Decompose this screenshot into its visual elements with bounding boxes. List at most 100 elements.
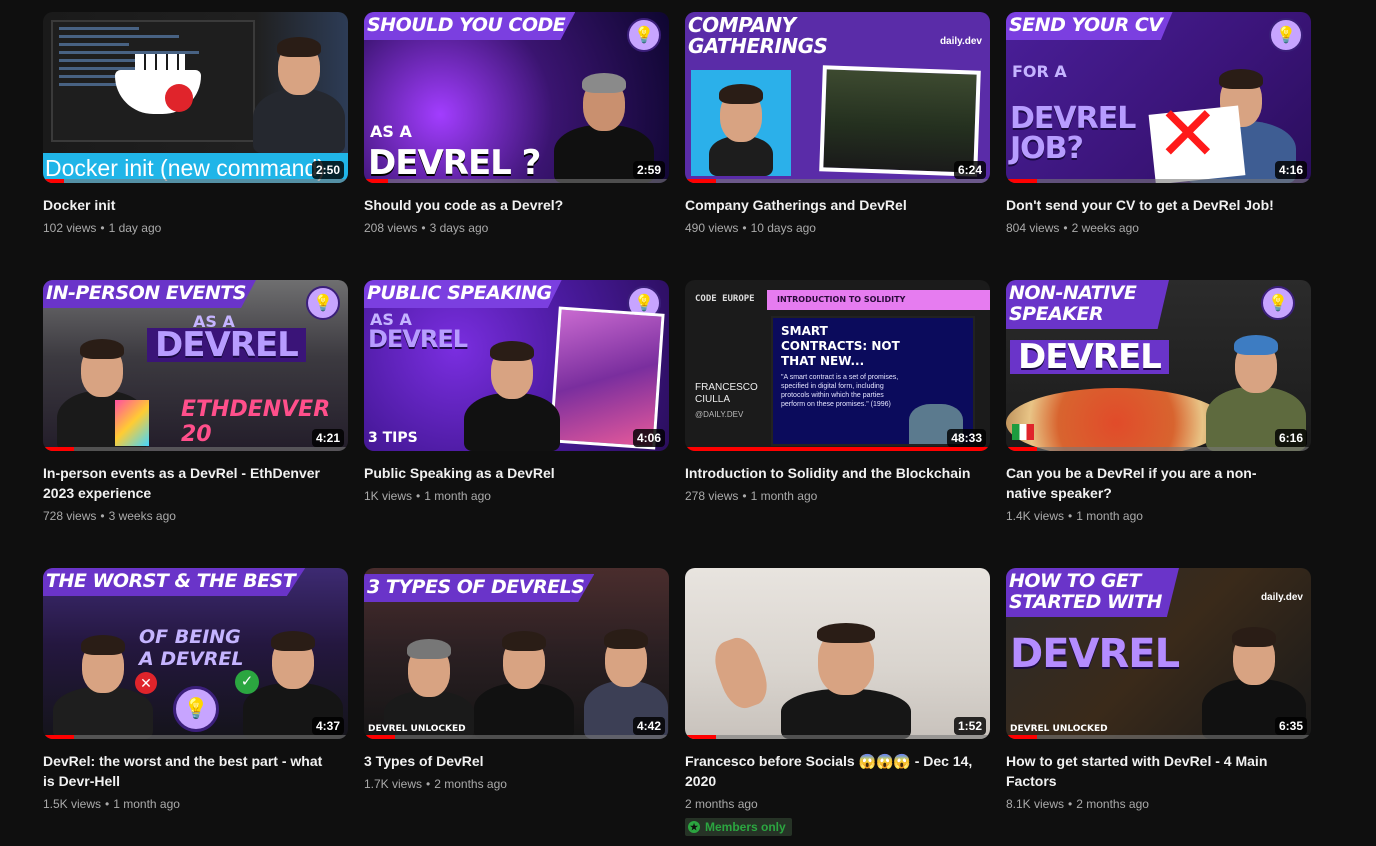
video-details: Don't send your CV to get a DevRel Job! … <box>1006 195 1311 236</box>
new-badge-icon <box>165 84 193 112</box>
meta-separator: • <box>1068 509 1073 523</box>
video-title[interactable]: Introduction to Solidity and the Blockch… <box>685 463 975 483</box>
view-count: 102 views <box>43 221 97 235</box>
upload-age: 1 month ago <box>424 489 491 503</box>
thumbnail-big-text: DEVREL <box>1010 631 1180 677</box>
thumbnail-subtext: FOR A <box>1012 62 1067 81</box>
video-title[interactable]: In-person events as a DevRel - EthDenver… <box>43 463 333 503</box>
presenter-image <box>781 623 911 739</box>
duration-badge: 4:06 <box>632 429 665 447</box>
watch-progress-fill <box>364 735 395 739</box>
duration-badge: 6:24 <box>953 161 986 179</box>
video-thumbnail[interactable]: PUBLIC SPEAKING 💡 AS A DEVREL 3 TIPS 4:0… <box>364 280 669 451</box>
video-card[interactable]: 3 TYPES OF DEVRELS DEVREL UNLOCKED 4:42 … <box>364 568 669 816</box>
upload-age: 1 month ago <box>750 489 818 503</box>
video-card[interactable]: COMPANY GATHERINGS daily.dev 6:24 Compan… <box>685 12 990 280</box>
watch-progress-fill <box>1006 179 1037 183</box>
video-meta: 2 months ago <box>685 796 990 812</box>
thumbnail-big-text: DEVREL <box>1010 340 1169 374</box>
upload-age: 2 months ago <box>1076 797 1149 811</box>
video-card[interactable]: Docker init (new command) 2:50 Docker in… <box>43 12 348 280</box>
video-meta: 1.5K views • 1 month ago <box>43 796 348 812</box>
video-thumbnail[interactable]: Docker init (new command) 2:50 <box>43 12 348 183</box>
video-thumbnail[interactable]: NON-NATIVE SPEAKER 💡 DEVREL 6:16 <box>1006 280 1311 451</box>
video-title[interactable]: Can you be a DevRel if you are a non-nat… <box>1006 463 1296 503</box>
video-title[interactable]: Should you code as a Devrel? <box>364 195 654 215</box>
video-card[interactable]: 1:52 Francesco before Socials 😱😱😱 - Dec … <box>685 568 990 836</box>
video-card[interactable]: CODE EUROPE INTRODUCTION TO SOLIDITY FRA… <box>685 280 990 548</box>
watch-progress <box>685 735 990 739</box>
thumbnail-tag: DEVREL UNLOCKED <box>1010 724 1108 734</box>
video-title[interactable]: Francesco before Socials 😱😱😱 - Dec 14, 2… <box>685 751 975 791</box>
meta-separator: • <box>100 221 105 235</box>
members-only-badge: ★ Members only <box>685 818 792 836</box>
video-details: Should you code as a Devrel? 208 views • 3… <box>364 195 669 236</box>
video-title[interactable]: 3 Types of DevRel <box>364 751 654 771</box>
watch-progress-fill <box>43 447 74 451</box>
video-title[interactable]: How to get started with DevRel - 4 Main … <box>1006 751 1296 791</box>
watch-progress-fill <box>1006 735 1037 739</box>
video-thumbnail[interactable]: 1:52 <box>685 568 990 739</box>
upload-age: 1 month ago <box>1076 509 1143 523</box>
duration-badge: 4:42 <box>632 717 665 735</box>
video-title[interactable]: Don't send your CV to get a DevRel Job! <box>1006 195 1296 215</box>
conference-brand: CODE EUROPE <box>695 294 755 304</box>
video-card[interactable]: HOW TO GET STARTED WITH daily.dev DEVREL… <box>1006 568 1311 816</box>
video-card[interactable]: NON-NATIVE SPEAKER 💡 DEVREL 6:16 Can you… <box>1006 280 1311 548</box>
upload-age: 3 days ago <box>429 221 489 235</box>
check-mark-icon: ✓ <box>235 670 259 694</box>
lightbulb-logo-icon: 💡 <box>173 686 219 732</box>
video-thumbnail[interactable]: CODE EUROPE INTRODUCTION TO SOLIDITY FRA… <box>685 280 990 451</box>
presenter-image <box>53 635 153 739</box>
thumbnail-headline: NON-NATIVE SPEAKER <box>1006 280 1169 329</box>
watch-progress-fill <box>43 735 74 739</box>
view-count: 208 views <box>364 221 418 235</box>
video-thumbnail[interactable]: HOW TO GET STARTED WITH daily.dev DEVREL… <box>1006 568 1311 739</box>
video-title[interactable]: Docker init <box>43 195 333 215</box>
video-thumbnail[interactable]: SEND YOUR CV 💡 FOR A DEVREL JOB? ✕ 4:16 <box>1006 12 1311 183</box>
speaker-handle: @DAILY.DEV <box>695 410 744 419</box>
video-title[interactable]: Company Gatherings and DevRel <box>685 195 975 215</box>
video-thumbnail[interactable]: COMPANY GATHERINGS daily.dev 6:24 <box>685 12 990 183</box>
meta-separator: • <box>105 797 110 811</box>
video-card[interactable]: SEND YOUR CV 💡 FOR A DEVREL JOB? ✕ 4:16 … <box>1006 12 1311 280</box>
pizza-image <box>1006 388 1226 451</box>
video-meta: 804 views • 2 weeks ago <box>1006 220 1311 236</box>
upload-age: 3 weeks ago <box>108 509 176 523</box>
thumbnail-tag: 3 TIPS <box>368 430 418 446</box>
thumbnail-subtext: OF BEING A DEVREL <box>139 626 244 670</box>
video-thumbnail[interactable]: 3 TYPES OF DEVRELS DEVREL UNLOCKED 4:42 <box>364 568 669 739</box>
watch-progress-fill <box>685 447 990 451</box>
video-meta: 490 views • 10 days ago <box>685 220 990 236</box>
duration-badge: 2:50 <box>311 161 344 179</box>
video-title[interactable]: DevRel: the worst and the best part - wh… <box>43 751 333 791</box>
view-count: 1.5K views <box>43 797 102 811</box>
brand-logo: daily.dev <box>1260 592 1303 603</box>
view-count: 278 views <box>685 489 739 503</box>
thumbnail-headline: SEND YOUR CV <box>1006 12 1173 40</box>
meta-separator: • <box>416 489 421 503</box>
thumbnail-headline: PUBLIC SPEAKING <box>364 280 562 308</box>
video-card[interactable]: THE WORST & THE BEST OF BEING A DEVREL ✕… <box>43 568 348 816</box>
thumbnail-subtext: AS A <box>370 122 412 141</box>
watch-progress <box>1006 179 1311 183</box>
meta-separator: • <box>742 489 747 503</box>
video-card[interactable]: SHOULD YOU CODE 💡 AS A DEVREL ? 2:59 Sho… <box>364 12 669 280</box>
video-details: DevRel: the worst and the best part - wh… <box>43 751 348 812</box>
upload-age: 2 weeks ago <box>1071 221 1139 235</box>
thumbnail-big-text: DEVREL <box>147 328 306 362</box>
video-thumbnail[interactable]: IN-PERSON EVENTS 💡 AS A DEVREL ETHDENVER… <box>43 280 348 451</box>
video-card[interactable]: IN-PERSON EVENTS 💡 AS A DEVREL ETHDENVER… <box>43 280 348 548</box>
x-mark-icon: ✕ <box>135 672 157 694</box>
members-only-label: Members only <box>705 820 786 834</box>
event-badge-image <box>115 400 149 446</box>
video-grid: Docker init (new command) 2:50 Docker in… <box>43 12 1311 836</box>
video-thumbnail[interactable]: THE WORST & THE BEST OF BEING A DEVREL ✕… <box>43 568 348 739</box>
video-card[interactable]: PUBLIC SPEAKING 💡 AS A DEVREL 3 TIPS 4:0… <box>364 280 669 548</box>
docker-containers-icon <box>135 54 185 70</box>
video-thumbnail[interactable]: SHOULD YOU CODE 💡 AS A DEVREL ? 2:59 <box>364 12 669 183</box>
members-star-icon: ★ <box>688 821 700 833</box>
video-title[interactable]: Public Speaking as a DevRel <box>364 463 654 483</box>
watch-progress <box>1006 735 1311 739</box>
watch-progress <box>43 735 348 739</box>
